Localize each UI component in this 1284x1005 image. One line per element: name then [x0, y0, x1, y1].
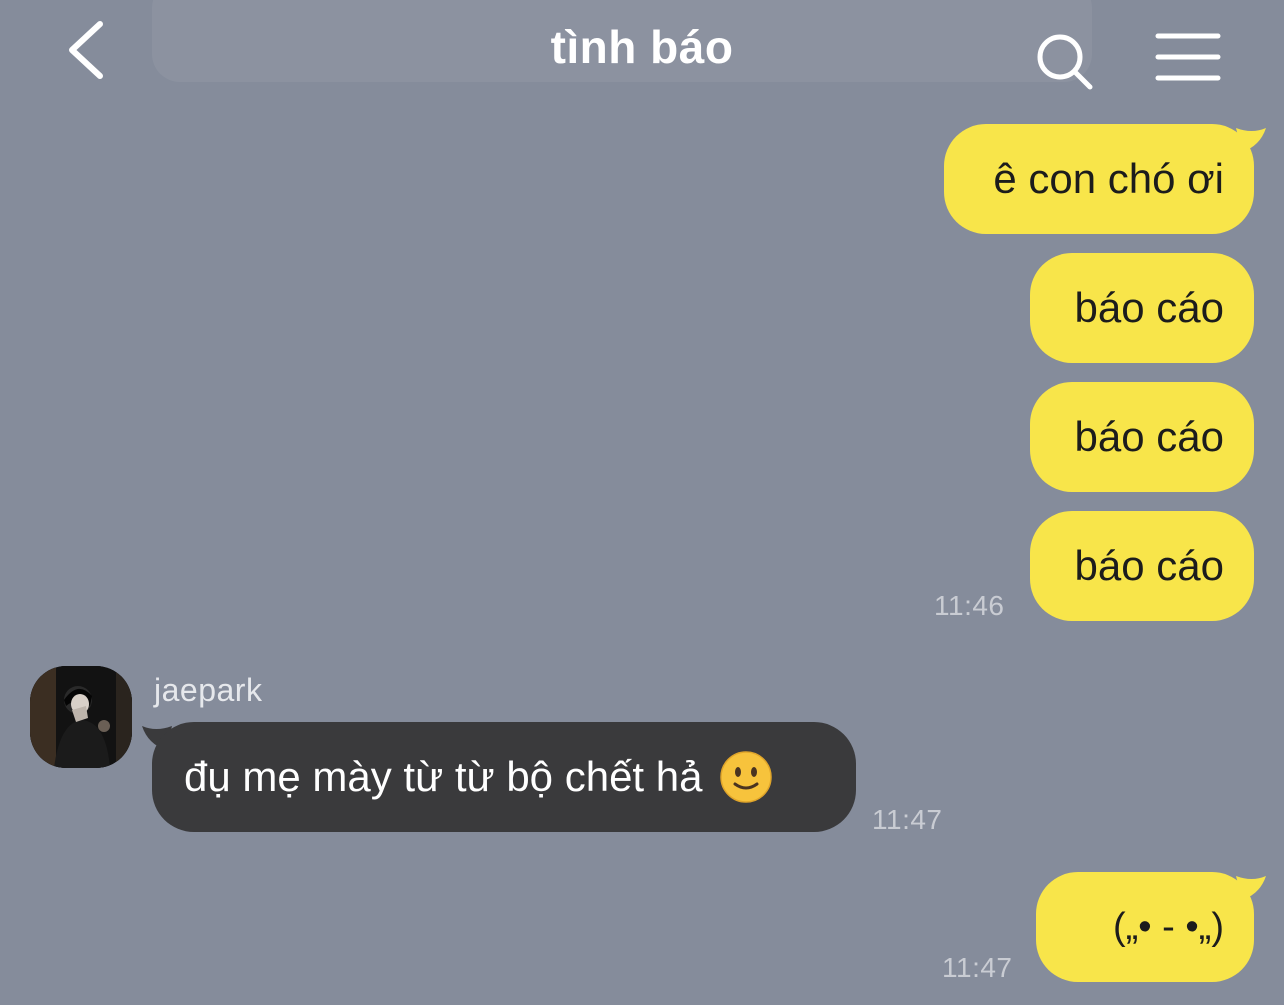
message-timestamp: 11:47	[872, 804, 943, 835]
message-text: („• - •„)	[1113, 906, 1224, 948]
message-text: báo cáo	[1074, 542, 1224, 589]
message-text: đụ mẹ mày từ từ bộ chết hả	[184, 753, 703, 800]
sender-name: jaepark	[154, 672, 263, 708]
search-icon	[1037, 34, 1093, 90]
search-button[interactable]	[1030, 28, 1100, 94]
slightly-smiling-face-icon	[720, 751, 773, 803]
outgoing-message-bubble[interactable]: báo cáo	[1030, 511, 1254, 621]
message-timestamp: 11:47	[942, 952, 1013, 983]
avatar-photo-icon	[30, 666, 132, 768]
chat-header: tình báo	[0, 0, 1284, 110]
hamburger-menu-icon	[1155, 33, 1221, 81]
chevron-left-icon	[69, 21, 103, 79]
message-timestamp: 11:46	[934, 590, 1005, 621]
avatar[interactable]	[30, 666, 132, 768]
outgoing-message-bubble[interactable]: báo cáo	[1030, 253, 1254, 363]
incoming-message-bubble[interactable]: đụ mẹ mày từ từ bộ chết hả	[152, 722, 856, 832]
back-button[interactable]	[60, 18, 120, 82]
message-text: ê con chó ơi	[993, 155, 1224, 202]
outgoing-message-bubble[interactable]: ê con chó ơi	[944, 124, 1254, 234]
header-background-ghost	[152, 0, 1092, 82]
outgoing-message-bubble[interactable]: báo cáo	[1030, 382, 1254, 492]
message-text: báo cáo	[1074, 284, 1224, 331]
menu-button[interactable]	[1154, 30, 1224, 84]
outgoing-message-bubble[interactable]: („• - •„)	[1036, 872, 1254, 982]
message-text: báo cáo	[1074, 413, 1224, 460]
